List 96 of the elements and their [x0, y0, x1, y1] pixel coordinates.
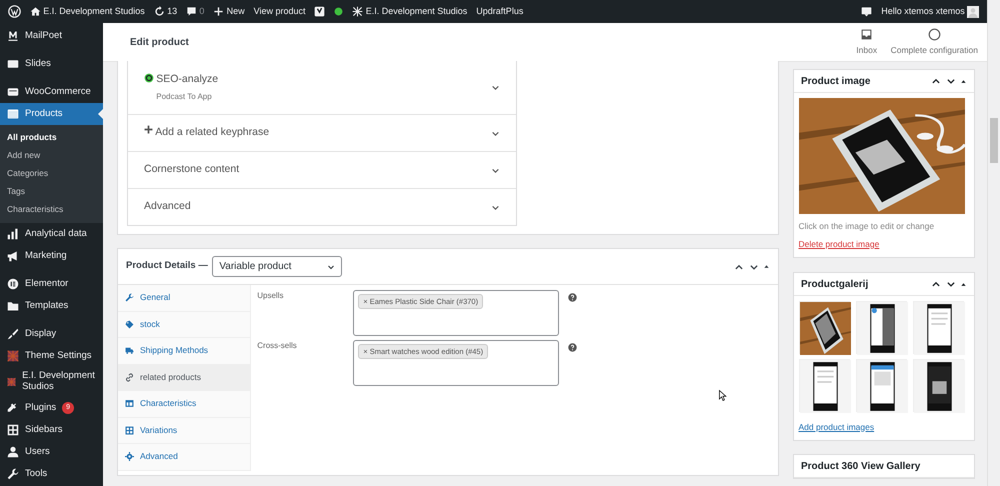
sidebar-item[interactable]: Display [0, 323, 103, 345]
tag-icon [125, 320, 134, 329]
tab[interactable]: Characteristics [118, 391, 250, 418]
refresh-icon [154, 6, 165, 17]
panel-title: Productgalerij [801, 278, 868, 292]
megaphone-icon [7, 250, 19, 262]
plus-icon [213, 6, 224, 17]
store-icon [7, 86, 19, 98]
row-subtitle: Podcast To App [156, 90, 213, 103]
inbox-icon [860, 28, 874, 41]
sidebar-item[interactable]: Analytical data [0, 223, 103, 245]
header-action[interactable]: Inbox [856, 28, 878, 56]
sidebar-item[interactable]: Sidebars [0, 419, 103, 441]
scrollbar-thumb[interactable] [990, 118, 998, 163]
submenu-item[interactable]: Tags [0, 182, 103, 200]
admin-bar-item[interactable]: UpdraftPlus [476, 4, 524, 18]
admin-bar-item[interactable]: View product [254, 4, 306, 18]
chevron-icon [491, 83, 500, 92]
speech-bubble-icon [186, 6, 198, 17]
accordion-row[interactable]: SEO-analyze Podcast To App [128, 61, 516, 114]
wrench-icon [7, 468, 19, 480]
grid-icon [7, 424, 19, 436]
caret-icon [327, 262, 336, 270]
accordion-row[interactable]: Advanced [128, 188, 516, 225]
sidebar-item[interactable]: Users [0, 441, 103, 463]
hint-text: Click on the image to edit or change [798, 220, 936, 233]
yoast-logo-icon[interactable] [314, 6, 326, 17]
sidebar-item[interactable]: Elementor [0, 273, 103, 295]
link-icon [125, 372, 134, 382]
move-up-icon[interactable] [931, 76, 941, 86]
tab[interactable]: stock [118, 312, 250, 338]
accordion-row[interactable]: Cornerstone content [128, 151, 516, 188]
panel-title: Product Details — [126, 259, 208, 274]
field-label: Cross-sells [256, 340, 298, 352]
wordpress-logo-icon[interactable] [8, 5, 21, 18]
cursor-icon [718, 388, 728, 402]
tab[interactable]: General [118, 285, 250, 312]
mail-logo-icon [7, 30, 19, 42]
collapse-icon[interactable] [763, 263, 770, 270]
pattern-icon [7, 350, 19, 362]
tab[interactable]: related products [118, 364, 250, 391]
table-icon [125, 399, 134, 408]
sidebar-item[interactable]: Slides [0, 53, 103, 75]
collapse-icon[interactable] [960, 280, 967, 288]
field-label: Upsells [256, 290, 284, 302]
type-select[interactable]: Variable product [212, 256, 342, 277]
admin-bar-item[interactable]: 0 [186, 4, 204, 18]
tab[interactable]: Variations [118, 418, 250, 444]
sidebar-item[interactable]: Marketing [0, 245, 103, 267]
sidebar-item[interactable]: E.I. Development Studios [0, 367, 103, 397]
collapse-icon[interactable] [960, 78, 967, 84]
sidebar-item[interactable]: MailPoet [0, 25, 103, 47]
panel-title: Product 360 View Gallery [801, 460, 920, 474]
help-icon[interactable] [568, 292, 578, 302]
brush-icon [7, 328, 19, 340]
admin-bar-item[interactable]: New [213, 4, 245, 18]
submenu-item[interactable]: Categories [0, 164, 103, 182]
home-icon [30, 6, 41, 17]
circle-icon [928, 28, 941, 41]
move-up-icon[interactable] [931, 279, 941, 289]
admin-bar-item[interactable]: E.I. Development Studios [352, 4, 468, 18]
accordion-row[interactable]: Add a related keyphrase [128, 114, 516, 151]
avatar-icon[interactable] [967, 6, 979, 18]
tab[interactable]: Advanced [118, 444, 250, 470]
pattern-icon [7, 376, 16, 388]
archive-box-icon [7, 108, 19, 120]
slides-icon [7, 58, 19, 70]
sidebar-item[interactable]: Templates [0, 295, 103, 317]
submenu-item[interactable]: Add new [0, 146, 103, 164]
bar-chart-icon [7, 228, 19, 240]
add-images-link[interactable]: Add product images [798, 420, 874, 434]
admin-bar-item[interactable]: 13 [154, 4, 178, 18]
folder-icon [7, 300, 19, 312]
greeting-text[interactable]: Hello xtemos xtemos [881, 4, 965, 18]
delete-image-link[interactable]: Delete product image [798, 238, 880, 250]
submenu-item[interactable]: Characteristics [0, 200, 103, 218]
plus-icon [144, 125, 153, 134]
sidebar-item[interactable]: Tools [0, 463, 103, 485]
gear-icon [125, 452, 134, 462]
sidebar-item[interactable]: Theme Settings [0, 345, 103, 367]
wrench-icon [125, 293, 134, 302]
plug-icon [7, 402, 19, 414]
submenu-item[interactable]: All products [0, 128, 103, 146]
help-icon[interactable] [568, 343, 578, 352]
sidebar-item[interactable]: Products [0, 103, 103, 125]
user-icon [7, 446, 19, 458]
admin-bar-item[interactable]: E.I. Development Studios [30, 4, 145, 18]
pattern-icon [352, 6, 364, 17]
page-title: Edit product [130, 36, 189, 50]
truck-icon [125, 346, 134, 356]
grid-icon [125, 426, 134, 435]
circle-logo-icon [7, 278, 19, 290]
sidebar-item[interactable]: WooCommerce [0, 81, 103, 103]
notification-icon[interactable] [861, 6, 872, 17]
panel-title: Product image [801, 74, 870, 88]
header-action[interactable]: Complete configuration [890, 28, 978, 56]
